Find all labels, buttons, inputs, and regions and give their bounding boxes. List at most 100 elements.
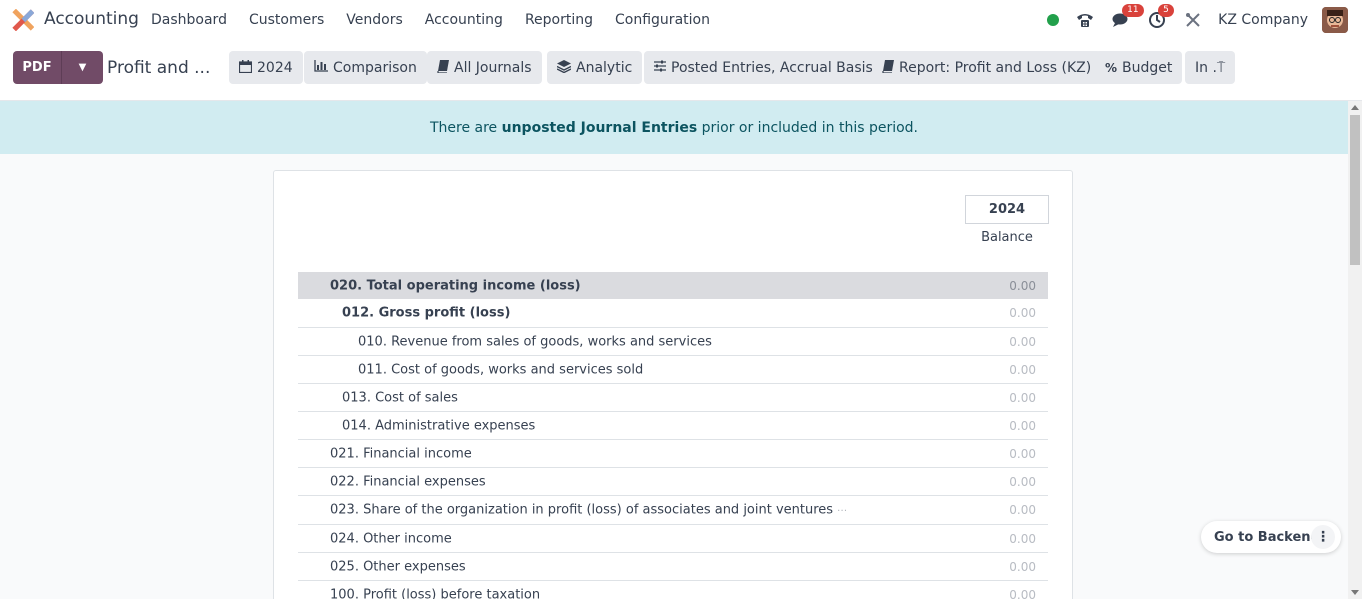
filter-more-button[interactable]: In .⍑ bbox=[1185, 51, 1236, 84]
filter-budget-button[interactable]: % Budget bbox=[1095, 51, 1183, 84]
book-icon bbox=[437, 59, 449, 76]
report-line-021[interactable]: 021. Financial income 0.00 bbox=[298, 440, 1048, 468]
filter-analytic-button[interactable]: Analytic bbox=[547, 51, 643, 84]
phone-icon[interactable] bbox=[1074, 10, 1096, 30]
report-line-100[interactable]: 100. Profit (loss) before taxation 0.00 bbox=[298, 581, 1048, 599]
report-line-025[interactable]: 025. Other expenses 0.00 bbox=[298, 553, 1048, 581]
filter-entries-label: Posted Entries, Accrual Basis bbox=[671, 59, 873, 76]
filter-analytic-label: Analytic bbox=[576, 59, 633, 76]
unposted-entries-link[interactable]: unposted Journal Entries bbox=[502, 120, 698, 136]
filter-date-button[interactable]: 2024 bbox=[229, 51, 303, 84]
messages-icon[interactable]: 11 bbox=[1110, 4, 1144, 30]
line-balance[interactable]: 0.00 bbox=[1009, 279, 1036, 293]
line-label: 100. Profit (loss) before taxation bbox=[330, 587, 541, 599]
line-label: 021. Financial income bbox=[330, 446, 472, 461]
more-options-icon[interactable]: ⋯ bbox=[837, 506, 847, 517]
line-label: 014. Administrative expenses bbox=[342, 418, 536, 433]
line-label: 011. Cost of goods, works and services s… bbox=[358, 362, 644, 377]
report-line-020[interactable]: 020. Total operating income (loss) 0.00 bbox=[298, 272, 1048, 299]
report-line-011[interactable]: 011. Cost of goods, works and services s… bbox=[298, 356, 1048, 384]
filter-report-variant-label: Report: Profit and Loss (KZ) bbox=[899, 59, 1092, 76]
filter-report-variant-button[interactable]: Report: Profit and Loss (KZ) bbox=[872, 51, 1102, 84]
line-label: 012. Gross profit (loss) bbox=[342, 305, 511, 321]
filter-budget-label: Budget bbox=[1122, 59, 1173, 76]
go-to-backend-widget: Go to Backend ⋮ bbox=[1201, 521, 1341, 553]
top-navbar: Accounting Dashboard Customers Vendors A… bbox=[0, 0, 1362, 40]
filter-comparison-label: Comparison bbox=[333, 59, 417, 76]
line-balance[interactable]: 0.00 bbox=[1009, 532, 1036, 546]
filter-date-label: 2024 bbox=[257, 59, 293, 76]
accounting-app-icon[interactable] bbox=[12, 9, 34, 31]
user-avatar[interactable] bbox=[1322, 7, 1348, 33]
scroll-down-arrow-icon[interactable] bbox=[1351, 590, 1359, 595]
line-balance[interactable]: 0.00 bbox=[1009, 503, 1036, 517]
menu-configuration[interactable]: Configuration bbox=[615, 12, 710, 28]
line-balance[interactable]: 0.00 bbox=[1009, 475, 1036, 489]
presence-status-icon bbox=[1047, 14, 1060, 26]
menu-accounting[interactable]: Accounting bbox=[425, 12, 503, 28]
line-balance[interactable]: 0.00 bbox=[1009, 363, 1036, 377]
report-lines: 020. Total operating income (loss) 0.00 … bbox=[298, 272, 1048, 599]
report-line-012[interactable]: 012. Gross profit (loss) 0.00 bbox=[298, 299, 1048, 328]
report-line-024[interactable]: 024. Other income 0.00 bbox=[298, 525, 1048, 553]
report-line-010[interactable]: 010. Revenue from sales of goods, works … bbox=[298, 328, 1048, 356]
filter-journals-label: All Journals bbox=[454, 59, 532, 76]
calendar-icon bbox=[238, 59, 253, 76]
line-balance[interactable]: 0.00 bbox=[1009, 391, 1036, 405]
control-panel: PDF ▼ Profit and ... 2024 Comparison All… bbox=[0, 40, 1362, 101]
layers-icon bbox=[556, 59, 572, 76]
line-balance[interactable]: 0.00 bbox=[1009, 588, 1036, 599]
line-label: 022. Financial expenses bbox=[330, 474, 486, 489]
page-scrollbar[interactable] bbox=[1348, 101, 1362, 599]
line-label: 025. Other expenses bbox=[330, 559, 466, 574]
alert-suffix: prior or included in this period. bbox=[697, 119, 918, 136]
line-label: 023. Share of the organization in profit… bbox=[330, 502, 834, 518]
company-switcher[interactable]: KZ Company bbox=[1218, 12, 1308, 28]
systray: 11 5 KZ Company bbox=[1047, 4, 1348, 33]
menu-dashboard[interactable]: Dashboard bbox=[151, 12, 227, 28]
line-label: 013. Cost of sales bbox=[342, 390, 458, 405]
scrollbar-thumb[interactable] bbox=[1350, 115, 1360, 265]
go-to-backend-button[interactable]: Go to Backend bbox=[1214, 530, 1320, 545]
line-label: 010. Revenue from sales of goods, works … bbox=[358, 334, 712, 349]
pdf-button[interactable]: PDF bbox=[13, 51, 62, 84]
kebab-menu-icon[interactable]: ⋮ bbox=[1311, 525, 1335, 549]
line-balance[interactable]: 0.00 bbox=[1009, 560, 1036, 574]
bar-chart-icon bbox=[314, 60, 328, 75]
messages-count-badge: 11 bbox=[1122, 4, 1144, 17]
book-icon bbox=[882, 59, 894, 76]
caret-down-icon: ▼ bbox=[78, 62, 87, 73]
app-name[interactable]: Accounting bbox=[44, 9, 139, 29]
filter-journals-button[interactable]: All Journals bbox=[427, 51, 542, 84]
menu-reporting[interactable]: Reporting bbox=[525, 12, 593, 28]
line-balance[interactable]: 0.00 bbox=[1009, 306, 1036, 320]
line-balance[interactable]: 0.00 bbox=[1009, 335, 1036, 349]
column-balance-header: Balance bbox=[981, 230, 1033, 245]
report-card: 2024 Balance 020. Total operating income… bbox=[273, 170, 1073, 599]
report-line-022[interactable]: 022. Financial expenses 0.00 bbox=[298, 468, 1048, 496]
pdf-dropdown-toggle[interactable]: ▼ bbox=[62, 51, 103, 84]
main-menu: Dashboard Customers Vendors Accounting R… bbox=[151, 12, 732, 28]
line-label: 024. Other income bbox=[330, 531, 452, 546]
line-label: 020. Total operating income (loss) bbox=[330, 278, 581, 293]
pdf-button-group: PDF ▼ bbox=[13, 51, 103, 84]
tools-icon[interactable] bbox=[1182, 10, 1204, 30]
report-title: Profit and ... bbox=[107, 58, 211, 78]
sliders-icon bbox=[654, 60, 666, 75]
alert-prefix: There are bbox=[429, 119, 502, 136]
report-line-013[interactable]: 013. Cost of sales 0.00 bbox=[298, 384, 1048, 412]
activity-clock-icon[interactable]: 5 bbox=[1146, 4, 1174, 30]
menu-customers[interactable]: Customers bbox=[249, 12, 324, 28]
column-year-header[interactable]: 2024 bbox=[965, 195, 1049, 224]
unposted-entries-alert: There are unposted Journal Entries prior… bbox=[0, 101, 1348, 154]
activities-count-badge: 5 bbox=[1158, 4, 1174, 17]
filter-comparison-button[interactable]: Comparison bbox=[304, 51, 427, 84]
report-line-023[interactable]: 023. Share of the organization in profit… bbox=[298, 496, 1048, 525]
scroll-up-arrow-icon[interactable] bbox=[1351, 105, 1359, 110]
report-line-014[interactable]: 014. Administrative expenses 0.00 bbox=[298, 412, 1048, 440]
line-balance[interactable]: 0.00 bbox=[1009, 419, 1036, 433]
filter-entries-button[interactable]: Posted Entries, Accrual Basis bbox=[644, 51, 883, 84]
line-balance[interactable]: 0.00 bbox=[1009, 447, 1036, 461]
menu-vendors[interactable]: Vendors bbox=[346, 12, 402, 28]
filter-more-label: In .⍑ bbox=[1195, 59, 1226, 76]
